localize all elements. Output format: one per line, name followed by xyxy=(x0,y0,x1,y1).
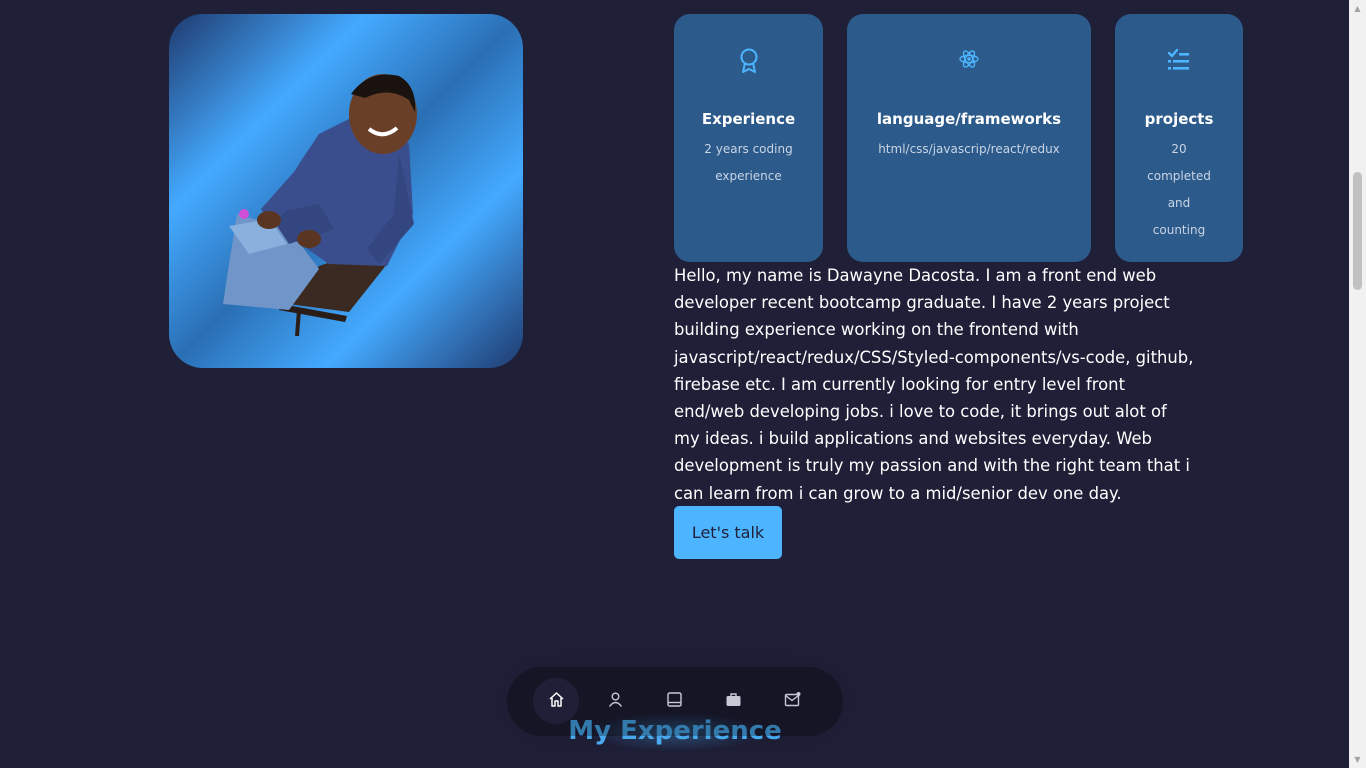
bio-paragraph: Hello, my name is Dawayne Dacosta. I am … xyxy=(674,266,1194,503)
experience-title: Experience xyxy=(701,110,796,128)
user-icon xyxy=(607,691,624,712)
frameworks-title: language/frameworks xyxy=(876,110,1062,128)
vertical-scrollbar[interactable]: ▲ ▼ xyxy=(1349,0,1366,768)
mail-icon xyxy=(784,691,801,712)
nav-portfolio[interactable] xyxy=(710,678,756,724)
home-icon xyxy=(548,691,565,712)
profile-photo xyxy=(169,14,523,368)
nav-home[interactable] xyxy=(533,678,579,724)
nav-about[interactable] xyxy=(592,678,638,724)
experience-text: 2 years coding experience xyxy=(704,142,793,183)
book-icon xyxy=(666,691,683,712)
lets-talk-button[interactable]: Let's talk xyxy=(674,506,782,559)
page: Experience 2 years coding experience lan… xyxy=(0,0,1366,768)
frameworks-text: html/css/javascrip/react/redux xyxy=(878,142,1060,156)
scroll-thumb[interactable] xyxy=(1353,172,1362,290)
projects-title: projects xyxy=(1144,110,1214,128)
nav-contact[interactable] xyxy=(769,678,815,724)
experience-card: Experience 2 years coding experience xyxy=(674,14,823,262)
projects-text: 20 completed and counting xyxy=(1147,142,1211,237)
award-icon xyxy=(674,48,823,76)
briefcase-icon xyxy=(725,691,742,712)
checklist-icon xyxy=(1115,48,1243,76)
projects-card: projects 20 completed and counting xyxy=(1115,14,1243,262)
frameworks-card: language/frameworks html/css/javascrip/r… xyxy=(847,14,1091,262)
scroll-up-arrow-icon[interactable]: ▲ xyxy=(1349,0,1366,17)
bottom-nav xyxy=(507,667,843,736)
person-illustration xyxy=(223,74,417,337)
nav-experience[interactable] xyxy=(651,678,697,724)
scroll-down-arrow-icon[interactable]: ▼ xyxy=(1349,751,1366,768)
react-icon xyxy=(847,48,1091,76)
